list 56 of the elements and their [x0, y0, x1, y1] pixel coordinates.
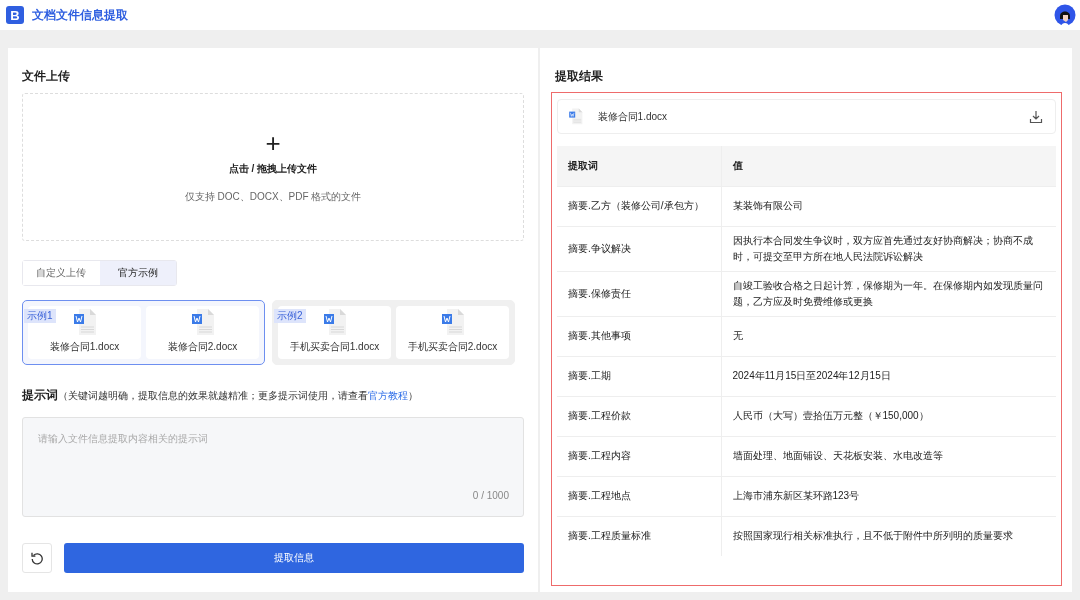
file-name: 装修合同1.docx: [49, 340, 120, 354]
table-cell: 因执行本合同发生争议时，双方应首先通过友好协商解决；协商不成时，可提交至甲方所在地人民法院诉讼解决: [721, 226, 1056, 271]
table-cell: 某装饰有限公司: [721, 186, 1056, 226]
table-cell: 墙面处理、地面铺设、天花板安装、水电改造等: [721, 436, 1056, 476]
avatar-icon: [1054, 4, 1076, 26]
section-heading: 文件上传: [22, 68, 71, 85]
extract-button[interactable]: 提取信息: [64, 543, 524, 573]
tab[interactable]: 自定义上传: [23, 261, 100, 285]
table-cell: 摘要.工程质量标准: [557, 516, 721, 556]
table-cell: 摘要.保修责任: [557, 271, 721, 316]
table-cell: 自竣工验收合格之日起计算，保修期为一年。在保修期内如发现质量问题，乙方应及时免费维修或更换: [721, 271, 1056, 316]
download-icon: [1029, 109, 1043, 124]
document-icon: [568, 108, 584, 125]
prompt-label: 提示词: [22, 387, 58, 404]
table-cell: 上海市浦东新区某环路123号: [721, 476, 1056, 516]
file-card[interactable]: 手机买卖合同2.docx: [396, 306, 509, 359]
plus-icon: +: [265, 130, 281, 156]
document-icon: [321, 308, 348, 336]
file-name: 装修合同2.docx: [167, 340, 238, 354]
file-name: 手机买卖合同1.docx: [289, 340, 380, 354]
table-cell: 人民币（大写）壹拾伍万元整（￥150,000）: [721, 396, 1056, 436]
example-group[interactable]: 示例1 装修合同1.docx 装修合同2.docx: [22, 300, 265, 365]
download-button[interactable]: [1029, 109, 1043, 124]
upload-instruction: 点击 / 拖拽上传文件: [228, 162, 318, 176]
table-cell: 摘要.争议解决: [557, 226, 721, 271]
reset-icon: [30, 551, 44, 565]
section-heading: 提取结果: [555, 68, 604, 85]
table-cell: 摘要.其他事项: [557, 316, 721, 356]
app-title: 文档文件信息提取: [32, 6, 128, 24]
document-icon: [189, 308, 216, 336]
example-tag: 示例1: [24, 309, 56, 323]
file-card[interactable]: 装修合同2.docx: [146, 306, 259, 359]
example-tag: 示例2: [274, 309, 306, 323]
table-cell: 摘要.工期: [557, 356, 721, 396]
table-cell: 摘要.工程地点: [557, 476, 721, 516]
file-name: 手机买卖合同2.docx: [407, 340, 498, 354]
tab[interactable]: 官方示例: [99, 261, 176, 285]
app-logo: B: [6, 6, 24, 24]
column-header: 提取词: [557, 146, 721, 186]
character-counter: 0 / 1000: [472, 490, 509, 501]
column-header: 值: [721, 146, 1056, 186]
table-cell: 摘要.工程内容: [557, 436, 721, 476]
document-icon: [71, 308, 98, 336]
reset-button[interactable]: [22, 543, 52, 573]
upload-dropzone[interactable]: + 点击 / 拖拽上传文件 仅支持 DOC、DOCX、PDF 格式的文件: [22, 93, 524, 241]
upload-hint: 仅支持 DOC、DOCX、PDF 格式的文件: [184, 190, 362, 204]
prompt-note: （关键词越明确，提取信息的效果就越精准；更多提示词使用，请查看官方教程）: [58, 389, 418, 403]
table-cell: 无: [721, 316, 1056, 356]
table-cell: 摘要.工程价款: [557, 396, 721, 436]
table-cell: 2024年11月15日至2024年12月15日: [721, 356, 1056, 396]
example-group[interactable]: 示例2 手机买卖合同1.docx 手机买卖合同2.docx: [272, 300, 515, 365]
document-icon: [439, 308, 466, 336]
table-cell: 按照国家现行相关标准执行，且不低于附件中所列明的质量要求: [721, 516, 1056, 556]
tutorial-link[interactable]: 官方教程: [368, 390, 408, 401]
table-cell: 摘要.乙方（装修公司/承包方）: [557, 186, 721, 226]
file-name: 装修合同1.docx: [597, 109, 668, 124]
